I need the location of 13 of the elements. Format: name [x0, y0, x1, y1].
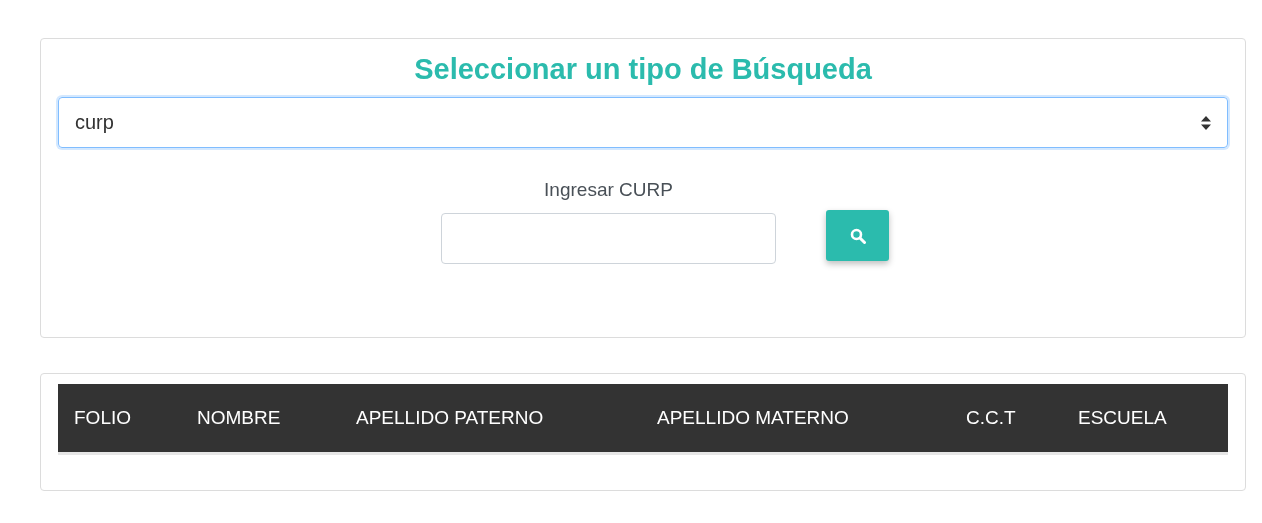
field-label: Ingresar CURP — [544, 178, 673, 202]
column-header: APELLIDO MATERNO — [641, 384, 950, 453]
card-title: Seleccionar un tipo de Búsqueda — [413, 52, 873, 87]
search-icon — [849, 227, 866, 244]
column-header: C.C.T — [950, 384, 1062, 453]
sort-arrows-icon — [1201, 115, 1211, 130]
column-header: ESCUELA — [1062, 384, 1228, 453]
column-header: FOLIO — [58, 384, 181, 453]
search-button[interactable] — [826, 210, 889, 261]
curp-input-field[interactable] — [441, 213, 776, 264]
column-header: NOMBRE — [181, 384, 340, 453]
column-header: APELLIDO PATERNO — [340, 384, 641, 453]
search-type-select[interactable]: curp — [58, 97, 1228, 148]
